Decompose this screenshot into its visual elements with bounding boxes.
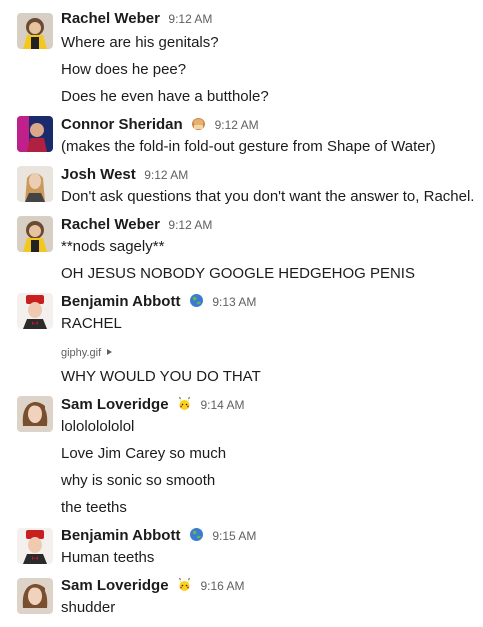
message-text: WHY WOULD YOU DO THAT	[61, 368, 261, 385]
author-name[interactable]: Josh West	[61, 166, 136, 183]
message-text: Where are his genitals?	[61, 34, 219, 51]
avatar[interactable]	[17, 396, 53, 432]
avatar[interactable]	[17, 578, 53, 614]
globe-emoji-icon[interactable]	[189, 293, 204, 308]
message-text: the teeths	[61, 499, 127, 516]
caret-right-icon[interactable]	[107, 349, 113, 355]
pikachu-emoji-icon[interactable]	[177, 577, 192, 592]
author-name[interactable]: Sam Loveridge	[61, 577, 169, 594]
avatar[interactable]	[17, 528, 53, 564]
message-text: Don't ask questions that you don't want …	[61, 188, 475, 205]
author-name[interactable]: Benjamin Abbott	[61, 527, 180, 544]
attachment-filename[interactable]: giphy.gif	[61, 347, 101, 359]
timestamp[interactable]: 9:15 AM	[212, 529, 256, 543]
message-text: Human teeths	[61, 549, 155, 566]
timestamp[interactable]: 9:16 AM	[200, 579, 244, 593]
avatar[interactable]	[17, 13, 53, 49]
message-text: shudder	[61, 599, 116, 616]
message-text: lolololololol	[61, 418, 135, 435]
timestamp[interactable]: 9:12 AM	[144, 168, 188, 182]
message-text: OH JESUS NOBODY GOOGLE HEDGEHOG PENIS	[61, 265, 415, 282]
message-text: RACHEL	[61, 315, 122, 332]
bread-emoji-icon[interactable]	[191, 116, 206, 131]
message-text: Does he even have a butthole?	[61, 88, 269, 105]
message-text: why is sonic so smooth	[61, 472, 216, 489]
message-text: **nods sagely**	[61, 238, 165, 255]
avatar[interactable]	[17, 293, 53, 329]
timestamp[interactable]: 9:12 AM	[168, 218, 212, 232]
author-name[interactable]: Rachel Weber	[61, 10, 160, 27]
author-name[interactable]: Connor Sheridan	[61, 116, 183, 133]
message-text: Love Jim Carey so much	[61, 445, 227, 462]
timestamp[interactable]: 9:12 AM	[215, 118, 259, 132]
pikachu-emoji-icon[interactable]	[177, 396, 192, 411]
message-text: How does he pee?	[61, 61, 187, 78]
author-name[interactable]: Benjamin Abbott	[61, 293, 180, 310]
message-text: (makes the fold-in fold-out gesture from…	[61, 138, 436, 155]
avatar[interactable]	[17, 216, 53, 252]
avatar[interactable]	[17, 116, 53, 152]
author-name[interactable]: Rachel Weber	[61, 216, 160, 233]
timestamp[interactable]: 9:14 AM	[200, 398, 244, 412]
avatar[interactable]	[17, 166, 53, 202]
globe-emoji-icon[interactable]	[189, 527, 204, 542]
timestamp[interactable]: 9:12 AM	[168, 12, 212, 26]
attachment-toggle[interactable]: giphy.gif	[61, 345, 113, 361]
timestamp[interactable]: 9:13 AM	[212, 295, 256, 309]
author-name[interactable]: Sam Loveridge	[61, 396, 169, 413]
